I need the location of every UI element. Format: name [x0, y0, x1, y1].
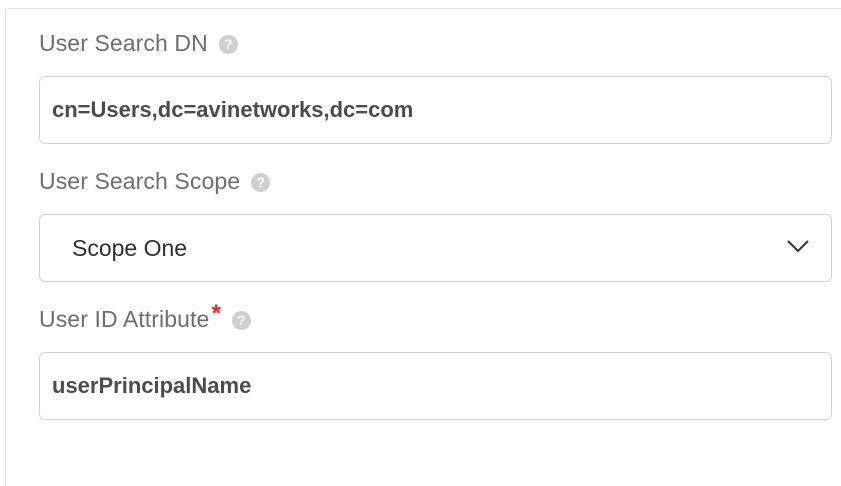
question-circle-icon[interactable]: ?	[251, 172, 271, 192]
user-search-scope-selected-value: Scope One	[72, 234, 188, 261]
user-search-dn-field: User Search DN ? cn=Users,dc=avinetworks…	[39, 28, 832, 144]
question-circle-icon[interactable]: ?	[231, 310, 251, 330]
user-search-dn-label: User Search DN	[39, 29, 208, 56]
user-search-scope-select[interactable]: Scope One	[39, 214, 832, 282]
user-id-attribute-field: User ID Attribute * ? userPrincipalName	[39, 300, 832, 420]
user-search-scope-label: User Search Scope	[39, 167, 241, 194]
ldap-settings-panel: User Search DN ? cn=Users,dc=avinetworks…	[5, 8, 841, 486]
question-circle-icon[interactable]: ?	[218, 34, 238, 54]
user-id-attribute-input[interactable]: userPrincipalName	[39, 352, 832, 420]
user-search-dn-label-row: User Search DN ?	[39, 28, 832, 58]
user-search-dn-input[interactable]: cn=Users,dc=avinetworks,dc=com	[39, 76, 832, 144]
user-search-scope-field: User Search Scope ? Scope One	[39, 166, 832, 282]
user-id-attribute-label-row: User ID Attribute * ?	[39, 300, 832, 334]
required-marker: *	[211, 300, 221, 327]
chevron-down-icon[interactable]	[787, 239, 809, 253]
user-id-attribute-label: User ID Attribute	[39, 305, 210, 332]
user-search-scope-label-row: User Search Scope ?	[39, 166, 832, 196]
